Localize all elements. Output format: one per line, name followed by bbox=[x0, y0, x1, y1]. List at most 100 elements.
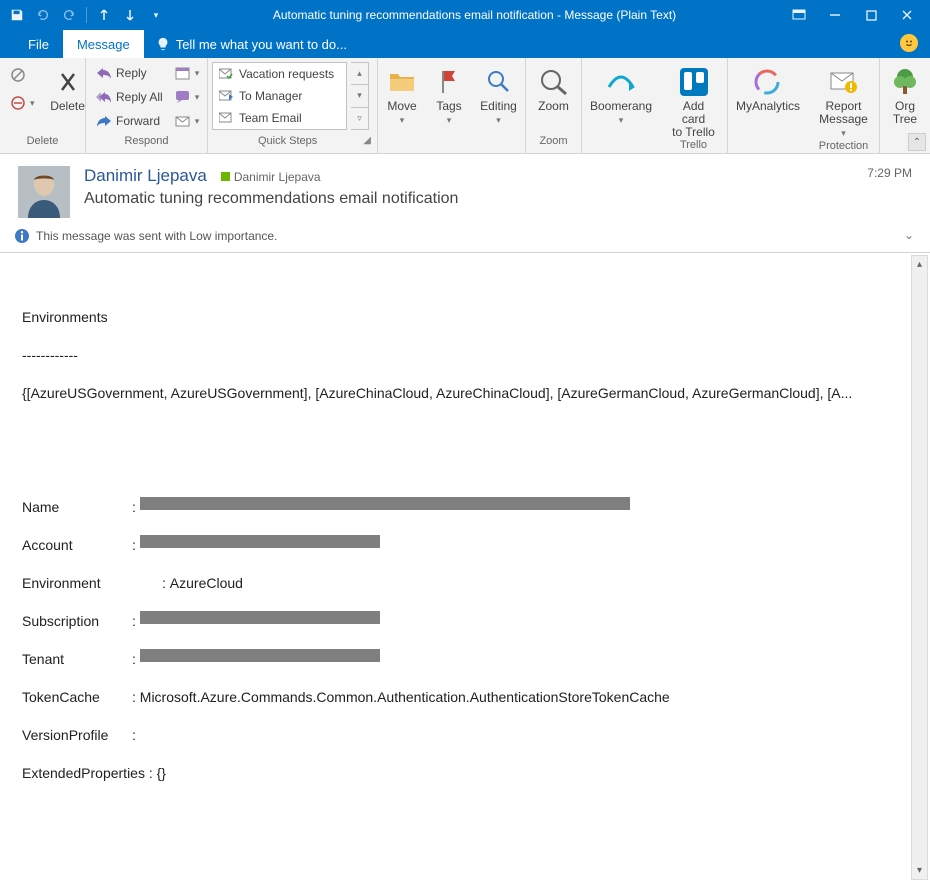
qat-customize-icon[interactable]: ▾ bbox=[145, 4, 167, 26]
trello-button[interactable]: Add cardto Trello bbox=[666, 62, 721, 139]
field-extprops: ExtendedProperties : {} bbox=[22, 764, 884, 783]
feedback-icon[interactable] bbox=[900, 34, 918, 52]
group-label-respond: Respond bbox=[86, 135, 207, 153]
field-tenant-label: Tenant bbox=[22, 650, 132, 669]
tab-message[interactable]: Message bbox=[63, 30, 144, 58]
editing-button[interactable]: Editing▾ bbox=[474, 62, 524, 127]
title-bar: ▾ Automatic tuning recommendations email… bbox=[0, 0, 930, 30]
minimize-icon[interactable] bbox=[818, 1, 852, 29]
field-versionprofile-label: VersionProfile bbox=[22, 726, 132, 745]
group-label-zoom: Zoom bbox=[526, 135, 581, 153]
window-title: Automatic tuning recommendations email n… bbox=[167, 8, 782, 22]
boomerang-icon bbox=[605, 66, 637, 98]
tree-icon bbox=[889, 66, 921, 98]
junk-button[interactable]: ▾ bbox=[6, 92, 39, 114]
vertical-scrollbar[interactable]: ▴ ▾ bbox=[911, 255, 928, 880]
to-manager-icon bbox=[219, 90, 233, 102]
junk-icon bbox=[10, 95, 26, 111]
scroll-up-icon[interactable]: ▴ bbox=[912, 256, 927, 273]
boomerang-button[interactable]: Boomerang▾ bbox=[588, 62, 654, 127]
tab-file[interactable]: File bbox=[14, 30, 63, 58]
report-message-button[interactable]: ReportMessage ▾ bbox=[814, 62, 873, 140]
zoom-button[interactable]: Zoom bbox=[529, 62, 579, 113]
info-text: This message was sent with Low importanc… bbox=[36, 229, 277, 243]
field-tokencache-value: Microsoft.Azure.Commands.Common.Authenti… bbox=[140, 688, 670, 707]
quicksteps-scroll[interactable]: ▴▾▿ bbox=[351, 62, 369, 130]
quickstep-tomanager[interactable]: To Manager bbox=[213, 85, 346, 107]
ribbon: ▾ Delete Delete Reply Reply All Forward … bbox=[0, 58, 930, 154]
forward-button[interactable]: Forward bbox=[92, 110, 167, 132]
undo-icon[interactable] bbox=[32, 4, 54, 26]
more-respond-button[interactable]: ▾ bbox=[171, 110, 204, 132]
group-label-trello: Trello bbox=[660, 139, 727, 153]
message-subject: Automatic tuning recommendations email n… bbox=[84, 190, 853, 208]
delete-icon bbox=[52, 66, 84, 98]
field-account-label: Account bbox=[22, 536, 132, 555]
zoom-icon bbox=[538, 66, 570, 98]
lightbulb-icon bbox=[156, 37, 170, 51]
group-label-delete: Delete bbox=[0, 135, 85, 153]
info-bar: This message was sent with Low importanc… bbox=[0, 224, 930, 253]
field-tokencache-label: TokenCache bbox=[22, 688, 132, 707]
ignore-icon bbox=[10, 67, 26, 83]
reply-all-button[interactable]: Reply All bbox=[92, 86, 167, 108]
tell-me-search[interactable]: Tell me what you want to do... bbox=[144, 30, 359, 58]
im-button[interactable]: ▾ bbox=[171, 86, 204, 108]
field-sub-label: Subscription bbox=[22, 612, 132, 631]
mail-check-icon bbox=[219, 68, 233, 80]
redacted bbox=[140, 611, 380, 624]
meeting-icon bbox=[175, 65, 191, 81]
reply-all-icon bbox=[96, 89, 112, 105]
quickstep-vacation[interactable]: Vacation requests bbox=[213, 63, 346, 85]
ignore-button[interactable] bbox=[6, 64, 39, 86]
message-header: Danimir Ljepava Danimir Ljepava Automati… bbox=[0, 154, 930, 224]
sender-name: Danimir Ljepava bbox=[84, 166, 207, 186]
message-body: Environments ------------ {[AzureUSGover… bbox=[0, 253, 912, 882]
body-environments-heading: Environments bbox=[22, 308, 884, 327]
received-time: 7:29 PM bbox=[867, 166, 912, 218]
info-icon bbox=[14, 228, 30, 244]
reply-button[interactable]: Reply bbox=[92, 62, 167, 84]
maximize-icon[interactable] bbox=[854, 1, 888, 29]
forward-icon bbox=[96, 113, 112, 129]
more-respond-icon bbox=[175, 113, 191, 129]
flag-icon bbox=[433, 66, 465, 98]
quicksteps-gallery[interactable]: Vacation requests To Manager Team Email bbox=[212, 62, 347, 130]
quickstep-teamemail[interactable]: Team Email bbox=[213, 107, 346, 129]
redacted bbox=[140, 535, 380, 548]
move-button[interactable]: Move▾ bbox=[377, 62, 427, 127]
trello-icon bbox=[678, 66, 710, 98]
sender-avatar bbox=[18, 166, 70, 218]
find-icon bbox=[483, 66, 515, 98]
tell-me-label: Tell me what you want to do... bbox=[176, 37, 347, 52]
myanalytics-icon bbox=[752, 66, 784, 98]
prev-item-icon[interactable] bbox=[93, 4, 115, 26]
redacted bbox=[140, 649, 380, 662]
tags-button[interactable]: Tags▾ bbox=[424, 62, 474, 127]
field-env-label: Environment bbox=[22, 574, 132, 593]
next-item-icon[interactable] bbox=[119, 4, 141, 26]
presence-icon bbox=[221, 172, 230, 181]
myanalytics-button[interactable]: MyAnalytics bbox=[734, 62, 802, 113]
field-env-value: AzureCloud bbox=[170, 574, 243, 593]
team-email-icon bbox=[219, 112, 233, 124]
orgtree-button[interactable]: OrgTree bbox=[880, 62, 930, 126]
presence-indicator: Danimir Ljepava bbox=[221, 169, 321, 184]
group-label-quicksteps: Quick Steps◢ bbox=[208, 135, 377, 153]
meeting-button[interactable]: ▾ bbox=[171, 62, 204, 84]
reply-icon bbox=[96, 65, 112, 81]
ribbon-tabs: File Message Tell me what you want to do… bbox=[0, 30, 930, 58]
save-icon[interactable] bbox=[6, 4, 28, 26]
quicksteps-launcher-icon[interactable]: ◢ bbox=[363, 135, 373, 146]
collapse-ribbon-icon[interactable]: ⌃ bbox=[908, 133, 926, 151]
ribbon-display-icon[interactable] bbox=[782, 1, 816, 29]
body-sep: ------------ bbox=[22, 346, 884, 365]
field-name-label: Name bbox=[22, 498, 132, 517]
im-icon bbox=[175, 89, 191, 105]
redo-icon[interactable] bbox=[58, 4, 80, 26]
group-label-protection: Protection bbox=[808, 140, 879, 153]
close-icon[interactable] bbox=[890, 1, 924, 29]
scroll-down-icon[interactable]: ▾ bbox=[912, 862, 927, 879]
body-env-line: {[AzureUSGovernment, AzureUSGovernment],… bbox=[22, 384, 884, 403]
expand-header-icon[interactable]: ⌄ bbox=[904, 228, 914, 242]
